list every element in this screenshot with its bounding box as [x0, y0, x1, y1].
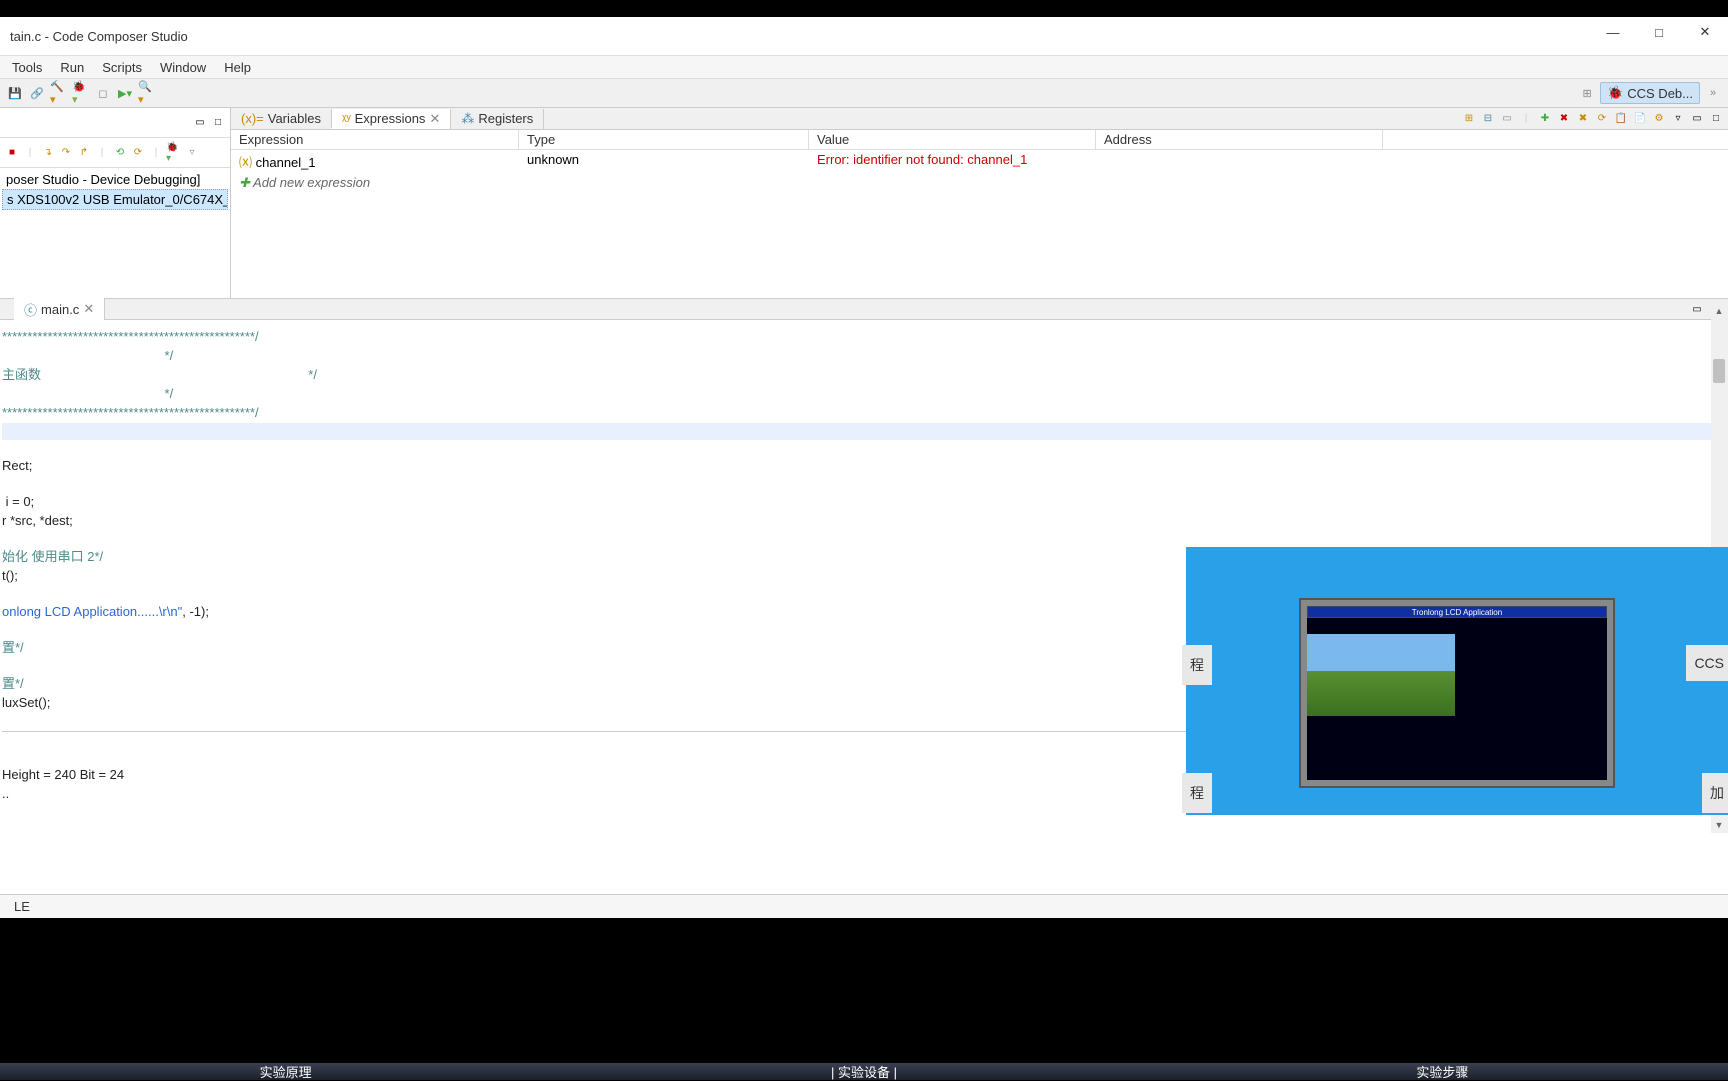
expr-min-icon[interactable]: ▿ — [1670, 111, 1686, 127]
variables-icon: (x)= — [241, 111, 264, 126]
menu-scripts[interactable]: Scripts — [94, 58, 150, 77]
hardware-photo-overlay: 程 程 CCS 加 Tronlong LCD Application — [1186, 547, 1728, 815]
expr-icon-3[interactable]: ▭ — [1499, 111, 1515, 127]
close-tab-icon[interactable]: ✕ — [429, 111, 440, 127]
menu-window[interactable]: Window — [152, 58, 214, 77]
editor-min-icon[interactable]: ▭ — [1689, 301, 1705, 317]
debug-icon[interactable]: 🐞▾ — [72, 84, 90, 102]
status-le: LE — [14, 899, 30, 914]
remove-all-icon[interactable]: ✖ — [1575, 111, 1591, 127]
debug-device[interactable]: s XDS100v2 USB Emulator_0/C674X_0 ( — [2, 189, 228, 210]
nav-equipment[interactable]: | 实验设备 | — [831, 1062, 897, 1081]
minimize-panel-icon[interactable]: ▭ — [192, 115, 208, 131]
tab-registers[interactable]: ⁂ Registers — [451, 109, 544, 129]
lcd-device: Tronlong LCD Application — [1299, 598, 1615, 788]
sep3: | — [148, 145, 164, 161]
video-bottom-nav: 实验原理 | 实验设备 | 实验步骤 — [0, 1063, 1728, 1080]
sep1: | — [22, 145, 38, 161]
add-expression-row[interactable]: ✚ Add new expression — [231, 173, 1728, 193]
nav-steps[interactable]: 实验步骤 — [1416, 1062, 1468, 1081]
editor-tab-mainc[interactable]: ⓒ main.c ✕ — [14, 298, 105, 321]
view-menu-icon[interactable]: ▿ — [184, 145, 200, 161]
tab-expressions[interactable]: ᵡʸ Expressions ✕ — [332, 109, 451, 129]
close-editor-tab-icon[interactable]: ✕ — [83, 301, 94, 317]
debug-session[interactable]: poser Studio - Device Debugging] — [2, 170, 228, 189]
refresh-icon[interactable]: ⟳ — [130, 145, 146, 161]
step-over-icon[interactable]: ↷ — [58, 145, 74, 161]
minimize-button[interactable]: — — [1590, 17, 1636, 47]
col-expression[interactable]: Expression — [231, 130, 519, 149]
expr-icon-2[interactable]: ⊟ — [1480, 111, 1496, 127]
tab-variables[interactable]: (x)= Variables — [231, 109, 332, 128]
close-button[interactable]: ✕ — [1682, 17, 1728, 47]
expr-icon-9[interactable]: 📄 — [1632, 111, 1648, 127]
menu-help[interactable]: Help — [216, 58, 259, 77]
video-black-bar — [0, 0, 1728, 17]
perspective-label: CCS Deb... — [1627, 86, 1693, 101]
vscroll-up-icon[interactable]: ▲ — [1713, 305, 1725, 317]
right-tab-ccs[interactable]: CCS — [1686, 645, 1728, 681]
link-icon[interactable]: 🔗 — [28, 84, 46, 102]
statusbar: LE — [0, 894, 1728, 918]
registers-icon: ⁂ — [461, 111, 474, 127]
lcd-bliss-image — [1307, 634, 1455, 716]
left-tab-1[interactable]: 程 — [1182, 645, 1212, 685]
col-type[interactable]: Type — [519, 130, 809, 149]
col-value[interactable]: Value — [809, 130, 1096, 149]
vscroll-down-icon[interactable]: ▼ — [1713, 819, 1725, 831]
more-icon[interactable]: » — [1704, 84, 1722, 102]
add-icon: ✚ — [239, 175, 253, 190]
restart-icon[interactable]: ⟲ — [112, 145, 128, 161]
menu-run[interactable]: Run — [52, 58, 92, 77]
window-titlebar: tain.c - Code Composer Studio — □ ✕ — [0, 17, 1728, 56]
lcd-titlebar: Tronlong LCD Application — [1307, 606, 1607, 618]
c-file-icon: ⓒ — [24, 300, 37, 319]
perspective-switcher[interactable]: 🐞 CCS Deb... — [1600, 82, 1700, 104]
add-expr-icon[interactable]: ✚ — [1537, 111, 1553, 127]
step-into-icon[interactable]: ↴ — [40, 145, 56, 161]
search-icon[interactable]: 🔍▾ — [138, 84, 156, 102]
terminate-icon[interactable]: ■ — [4, 145, 20, 161]
editor-tabs: ⓒ main.c ✕ ▭ □ — [0, 298, 1728, 320]
expr-sep: | — [1518, 111, 1534, 127]
expressions-icon: ᵡʸ — [342, 111, 351, 126]
expressions-table: Expression Type Value Address ⒳ channel_… — [231, 130, 1728, 298]
expr-max-icon[interactable]: □ — [1708, 111, 1724, 127]
build-icon[interactable]: 🔨▾ — [50, 84, 68, 102]
menu-bar: Tools Run Scripts Window Help — [0, 56, 1728, 78]
var-icon: ⒳ — [239, 155, 256, 170]
nav-principle[interactable]: 实验原理 — [260, 1062, 312, 1081]
expr-icon-10[interactable]: ⚙ — [1651, 111, 1667, 127]
maximize-panel-icon[interactable]: □ — [210, 115, 226, 131]
remove-expr-icon[interactable]: ✖ — [1556, 111, 1572, 127]
bug-icon-2[interactable]: 🐞▾ — [166, 145, 182, 161]
bug-icon: 🐞 — [1607, 85, 1623, 101]
expr-minimize-icon[interactable]: ▭ — [1689, 111, 1705, 127]
expressions-tabs: (x)= Variables ᵡʸ Expressions ✕ ⁂ Regist… — [231, 108, 1728, 130]
refresh-expr-icon[interactable]: ⟳ — [1594, 111, 1610, 127]
expr-icon-1[interactable]: ⊞ — [1461, 111, 1477, 127]
menu-tools[interactable]: Tools — [4, 58, 50, 77]
right-tab-2[interactable]: 加 — [1702, 773, 1728, 813]
table-row[interactable]: ⒳ channel_1 unknown Error: identifier no… — [231, 150, 1728, 173]
maximize-button[interactable]: □ — [1636, 17, 1682, 47]
current-line — [2, 423, 1728, 440]
expr-icon-8[interactable]: 📋 — [1613, 111, 1629, 127]
left-tab-2[interactable]: 程 — [1182, 773, 1212, 813]
main-toolbar: 💾 🔗 🔨▾ 🐞▾ ◻ ▶▾ 🔍▾ ⊞ 🐞 CCS Deb... » — [0, 78, 1728, 108]
stop-icon[interactable]: ◻ — [94, 84, 112, 102]
col-address[interactable]: Address — [1096, 130, 1383, 149]
window-title: tain.c - Code Composer Studio — [10, 29, 188, 44]
save-icon[interactable]: 💾 — [6, 84, 24, 102]
perspective-open-icon[interactable]: ⊞ — [1578, 84, 1596, 102]
step-return-icon[interactable]: ↱ — [76, 145, 92, 161]
vscroll-thumb[interactable] — [1713, 359, 1725, 383]
sep2: | — [94, 145, 110, 161]
resume-icon[interactable]: ▶▾ — [116, 84, 134, 102]
